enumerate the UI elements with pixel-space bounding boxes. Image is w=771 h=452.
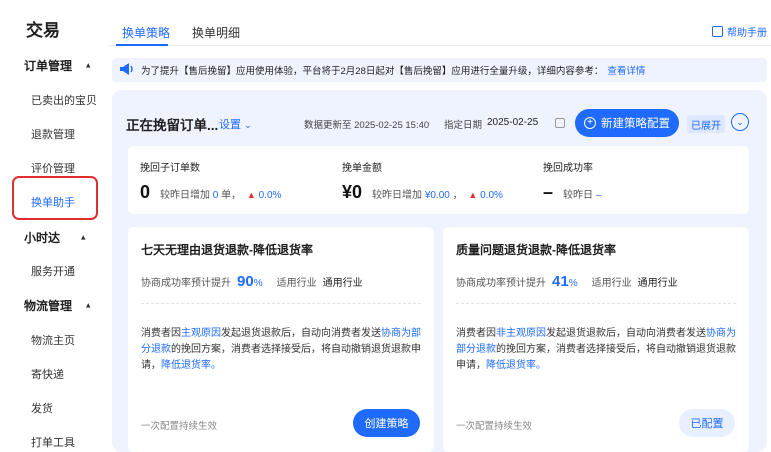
sidebar-group-order-management[interactable]: 订单管理 ▾ xyxy=(24,57,91,74)
chevron-up-icon: ▾ xyxy=(86,61,91,71)
calendar-icon[interactable] xyxy=(555,118,565,128)
collapse-chevron-icon[interactable]: ⌄ xyxy=(731,113,749,131)
card-metrics: 协商成功率预计提升 90% 适用行业 通用行业 xyxy=(141,273,363,290)
megaphone-icon xyxy=(119,62,135,79)
stat-recovered-amount: 挽单金额 ¥0 较昨日增加 ¥0.00 ， ▲ 0.0% xyxy=(342,159,503,203)
sidebar-item-service-activation[interactable]: 服务开通 xyxy=(31,263,75,279)
date-picker[interactable]: 2025-02-25 xyxy=(487,117,538,128)
date-label: 指定日期 xyxy=(444,120,483,131)
sidebar-item-review-management[interactable]: 评价管理 xyxy=(31,160,75,176)
sidebar-group-label: 订单管理 xyxy=(24,59,73,73)
sidebar: 交易 订单管理 ▾ 已卖出的宝贝 退款管理 评价管理 换单助手 小时达 ▾ 服务… xyxy=(0,0,108,452)
strategy-card-seven-day: 七天无理由退货退款-降低退货率 协商成功率预计提升 90% 适用行业 通用行业 … xyxy=(128,227,434,452)
data-updated-text: 数据更新至 2025-02-25 15:40 xyxy=(304,120,430,131)
stat-compare: 较昨日增加 0 单， ▲ 0.0% xyxy=(160,190,282,201)
sidebar-item-refund-management[interactable]: 退款管理 xyxy=(31,126,75,142)
stats-card: 挽回子订单数 0 较昨日增加 0 单， ▲ 0.0% 挽单金额 ¥0 较昨日增加… xyxy=(128,146,749,214)
notice-banner: 为了提升【售后挽留】应用使用体验，平台将于2月28日起对【售后挽留】应用进行全量… xyxy=(112,58,767,82)
settings-dropdown[interactable]: 设置 ⌄ xyxy=(219,116,252,132)
stat-compare: 较昨日增加 ¥0.00 ， ▲ 0.0% xyxy=(372,190,503,201)
highlight-box xyxy=(12,176,98,220)
sidebar-group-hourly-delivery[interactable]: 小时达 ▾ xyxy=(24,229,86,246)
chevron-up-icon: ▾ xyxy=(86,301,91,311)
chevron-up-icon: ▾ xyxy=(81,233,86,243)
help-manual-link[interactable]: 帮助手册 xyxy=(712,24,767,39)
sidebar-item-ship[interactable]: 发货 xyxy=(31,400,53,416)
strategy-card-quality-issue: 质量问题退货退款-降低退货率 协商成功率预计提升 41% 适用行业 通用行业 消… xyxy=(443,227,749,452)
new-strategy-label: 新建策略配置 xyxy=(601,118,670,130)
sidebar-title: 交易 xyxy=(26,21,60,40)
card-title: 质量问题退货退款-降低退货率 xyxy=(456,243,616,257)
card-title: 七天无理由退货退款-降低退货率 xyxy=(141,243,313,257)
plus-circle-icon: + xyxy=(584,117,596,129)
stat-label: 挽回成功率 xyxy=(543,163,593,174)
success-rate-value: 90% xyxy=(237,273,263,290)
tab-swap-details[interactable]: 换单明细 xyxy=(192,24,240,41)
card-divider xyxy=(456,303,736,304)
stat-recovered-orders: 挽回子订单数 0 较昨日增加 0 单， ▲ 0.0% xyxy=(140,159,281,203)
stat-label: 挽单金额 xyxy=(342,163,382,174)
stat-value: ¥0 xyxy=(342,182,363,202)
stat-value: 0 xyxy=(140,182,151,202)
panel-title: 正在挽留订单... xyxy=(126,118,219,133)
card-description: 消费者因主观原因发起退货退款后，自动向消费者发送协商为部分退款的挽回方案，消费者… xyxy=(141,328,421,371)
tab-active-indicator xyxy=(116,44,168,46)
notice-details-link[interactable]: 查看详情 xyxy=(607,63,645,77)
stat-value: – xyxy=(543,182,554,202)
card-description: 消费者因非主观原因发起退货退款后，自动向消费者发送协商为部分退款的挽回方案，消费… xyxy=(456,328,736,371)
stat-compare: 较昨日 – xyxy=(563,190,602,201)
settings-label: 设置 xyxy=(219,119,241,131)
notice-text: 为了提升【售后挽留】应用使用体验，平台将于2月28日起对【售后挽留】应用进行全量… xyxy=(141,66,604,77)
strategy-panel: 正在挽留订单... 设置 ⌄ 数据更新至 2025-02-25 15:40 指定… xyxy=(112,90,767,452)
up-arrow-icon: ▲ xyxy=(468,190,478,200)
up-arrow-icon: ▲ xyxy=(246,190,256,200)
card-footer-text: 一次配置持续生效 xyxy=(141,421,218,432)
tab-bar: 换单策略 换单明细 帮助手册 xyxy=(108,0,771,46)
sidebar-item-logistics-home[interactable]: 物流主页 xyxy=(31,332,75,348)
sidebar-group-logistics[interactable]: 物流管理 ▾ xyxy=(24,297,91,314)
sidebar-item-print-tool[interactable]: 打单工具 xyxy=(31,434,75,450)
new-strategy-button[interactable]: + 新建策略配置 xyxy=(575,109,679,137)
card-footer-text: 一次配置持续生效 xyxy=(456,421,533,432)
sidebar-item-send-express[interactable]: 寄快递 xyxy=(31,366,64,382)
stat-label: 挽回子订单数 xyxy=(140,163,200,174)
tab-swap-strategy[interactable]: 换单策略 xyxy=(122,24,170,41)
sidebar-group-label: 物流管理 xyxy=(24,299,73,313)
manual-icon xyxy=(712,26,723,37)
sidebar-item-sold-items[interactable]: 已卖出的宝贝 xyxy=(31,92,97,108)
create-strategy-button[interactable]: 创建策略 xyxy=(353,409,420,437)
help-label: 帮助手册 xyxy=(727,28,767,39)
success-rate-value: 41% xyxy=(552,273,578,290)
configured-button[interactable]: 已配置 xyxy=(679,409,735,437)
sidebar-group-label: 小时达 xyxy=(24,231,61,245)
card-divider xyxy=(141,303,421,304)
chevron-down-icon: ⌄ xyxy=(244,120,252,130)
card-metrics: 协商成功率预计提升 41% 适用行业 通用行业 xyxy=(456,273,678,290)
stat-recovery-rate: 挽回成功率 – 较昨日 – xyxy=(543,159,601,203)
expanded-badge: 已展开 xyxy=(687,115,725,133)
